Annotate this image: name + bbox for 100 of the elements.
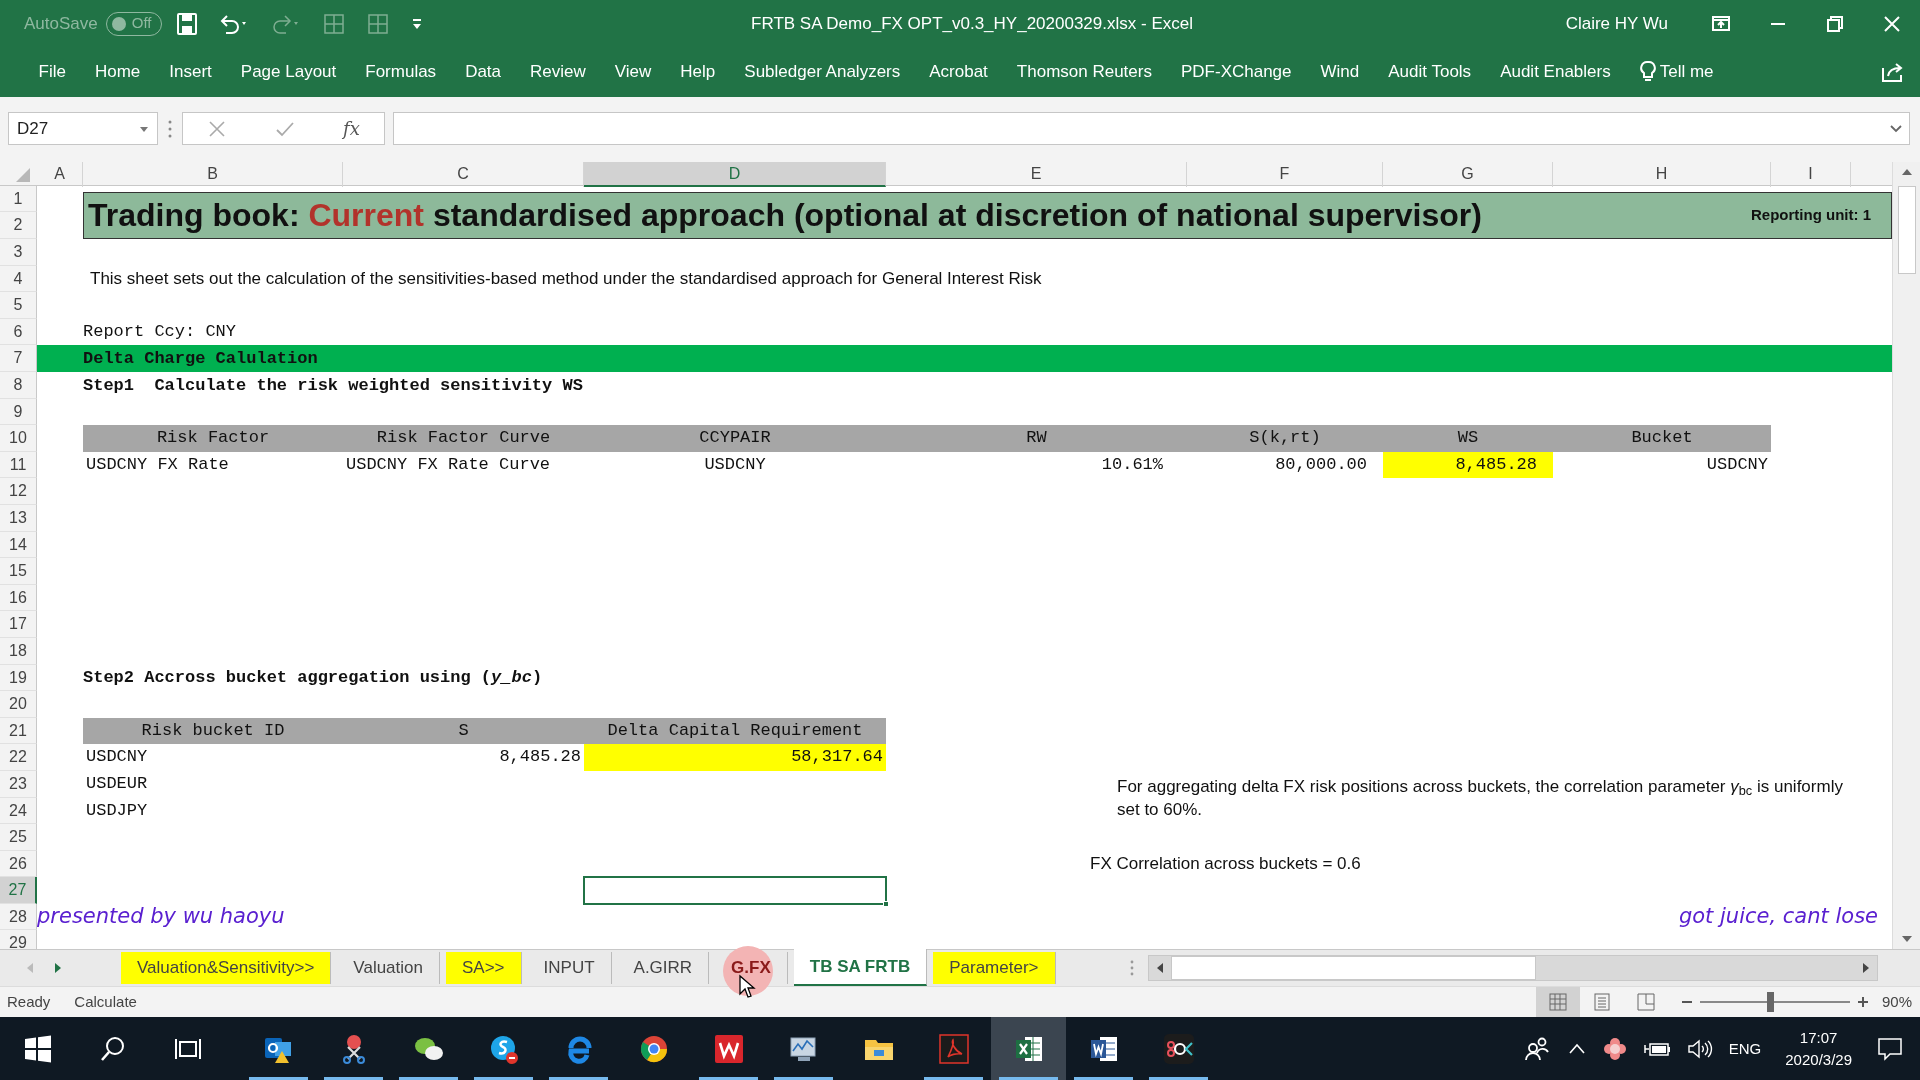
sheet-tab[interactable]: TB SA FRTB [793,948,928,986]
ribbon-tab[interactable]: Insert [154,47,227,97]
slogan-caption: got juice, cant lose [1677,903,1879,931]
ribbon-tab[interactable]: File [24,47,81,97]
row-header[interactable]: 16 [0,584,37,612]
presenter-caption: presented by wu haoyu [37,903,286,931]
row-header[interactable]: 25 [0,824,37,851]
status-text: Calculate [74,991,137,1012]
row-header[interactable]: 2 [0,212,37,240]
row-header[interactable]: 24 [0,797,37,825]
table-cell: 8,485.28 [1383,451,1553,479]
sheet-tab[interactable]: Valuation [337,951,440,984]
row-header[interactable]: 6 [0,318,37,346]
row-header[interactable]: 3 [0,239,37,266]
ribbon-tab[interactable]: Audit Enablers [1485,47,1626,97]
scrollbar-thumb[interactable] [1171,955,1536,980]
row-header[interactable]: 14 [0,531,37,559]
row-header[interactable]: 26 [0,850,37,878]
ribbon-tab[interactable]: Subledger Analyzers [729,47,915,97]
column-header[interactable]: D [584,161,886,187]
row-header[interactable]: 4 [0,265,37,293]
row-header[interactable]: 29 [0,930,37,949]
column-heading: S [457,719,470,742]
ribbon-tab[interactable]: Thomson Reuters [1002,47,1167,97]
column-header[interactable]: B [83,161,343,187]
tell-me-button[interactable]: Tell me [1625,47,1729,97]
ribbon-tab[interactable]: Help [665,47,730,97]
column-header[interactable]: G [1383,161,1553,187]
language-indicator[interactable]: ENG [1728,1037,1762,1060]
clock[interactable]: 17:07 2020/3/29 [1777,1026,1860,1071]
formula-field[interactable] [393,112,1910,145]
zoom-level[interactable]: 90% [1881,990,1912,1014]
zoom-slider-thumb[interactable] [1767,992,1775,1012]
column-header[interactable]: H [1553,161,1771,187]
row-header[interactable]: 9 [0,398,37,426]
sheet-description: This sheet sets out the calculation of the sensitivities-based method under the standardised approach for General Interest Risk [89,268,1043,291]
table-cell-text: USDCNY [703,453,767,476]
normal-view-icon [1547,992,1568,1012]
flower-icon[interactable] [1602,1036,1627,1061]
ribbon-tab[interactable]: Acrobat [914,47,1003,97]
row-header[interactable]: 8 [0,372,37,399]
row-header[interactable]: 23 [0,770,37,798]
ribbon-tab[interactable]: Data [450,47,516,97]
page-break-icon [1635,992,1656,1012]
row-header[interactable]: 27 [0,877,37,904]
row-header[interactable]: 17 [0,611,37,638]
column-header[interactable]: E [886,161,1187,187]
table-cell-text: USDCNY FX Rate [85,453,230,476]
explanatory-note: For aggregating delta FX risk positions across buckets, the correlation parameter γ$_{bc}$ is uniformly set to 60%. [1116,775,1844,821]
ribbon-tab[interactable]: Audit Tools [1373,47,1486,97]
column-heading: S(k,rt) [1248,427,1322,450]
sheet-tab[interactable]: INPUT [527,951,612,984]
table-cell-text: USDCNY [1705,453,1769,476]
sheet-tab[interactable]: Parameter> [933,951,1056,984]
ribbon-tab[interactable]: Review [515,47,601,97]
ribbon-tab[interactable]: Wind [1306,47,1374,97]
ribbon-tab[interactable]: Formulas [350,47,451,97]
row-header[interactable]: 11 [0,451,37,479]
row-header[interactable]: 12 [0,478,37,505]
row-header[interactable]: 22 [0,744,37,771]
ribbon-tab[interactable]: Page Layout [226,47,351,97]
table-cell: 58,317.64 [584,744,886,771]
scrollbar-thumb[interactable] [1897,185,1916,274]
name-box[interactable]: D27 [8,112,158,145]
ribbon-tab[interactable]: Home [80,47,155,97]
row-header[interactable]: 1 [0,185,37,213]
row-header[interactable]: 7 [0,345,37,372]
row-header[interactable]: 5 [0,292,37,319]
spreadsheet-icon[interactable] [991,1017,1066,1080]
selected-cell[interactable] [583,876,887,905]
table-cell-text: 8,485.28 [498,746,582,769]
column-heading: Delta Capital Requirement [606,719,864,742]
dropdown-caret-icon [139,124,149,133]
row-header[interactable]: 15 [0,558,37,585]
table-cell-text: USDEUR [85,772,149,795]
sheet-tab[interactable]: Valuation&Sensitivity>> [121,951,332,984]
ribbon-tab[interactable]: View [600,47,666,97]
row-header[interactable]: 10 [0,425,37,452]
column-heading: CCYPAIR [698,427,772,450]
volume-icon[interactable] [1686,1037,1713,1060]
sheet-tab[interactable]: SA>> [446,951,522,984]
table-cell-text: USDCNY [85,746,149,769]
row-header[interactable]: 18 [0,637,37,665]
view-button[interactable] [1535,986,1580,1018]
row-header[interactable]: 20 [0,691,37,718]
column-header[interactable]: A [37,161,83,187]
status-text: Ready [7,991,51,1012]
zoom-in-icon[interactable] [1855,995,1870,1009]
ribbon-tab[interactable]: PDF-XChange [1166,47,1307,97]
sheet-tab[interactable]: A.GIRR [617,951,710,984]
row-header[interactable]: 19 [0,664,37,692]
sheet-title: Trading book: Current standardised approach (optional at discretion of national supervisor) [88,196,1482,236]
row-header[interactable]: 13 [0,504,37,532]
column-header[interactable]: F [1187,161,1383,187]
row-header[interactable]: 28 [0,903,37,931]
table-cell-text: USDJPY [85,799,149,822]
expand-caret-icon[interactable] [1889,123,1903,134]
row-header[interactable]: 21 [0,717,37,745]
insert-function-button[interactable]: fx [343,115,360,142]
column-header[interactable]: I [1771,161,1851,187]
